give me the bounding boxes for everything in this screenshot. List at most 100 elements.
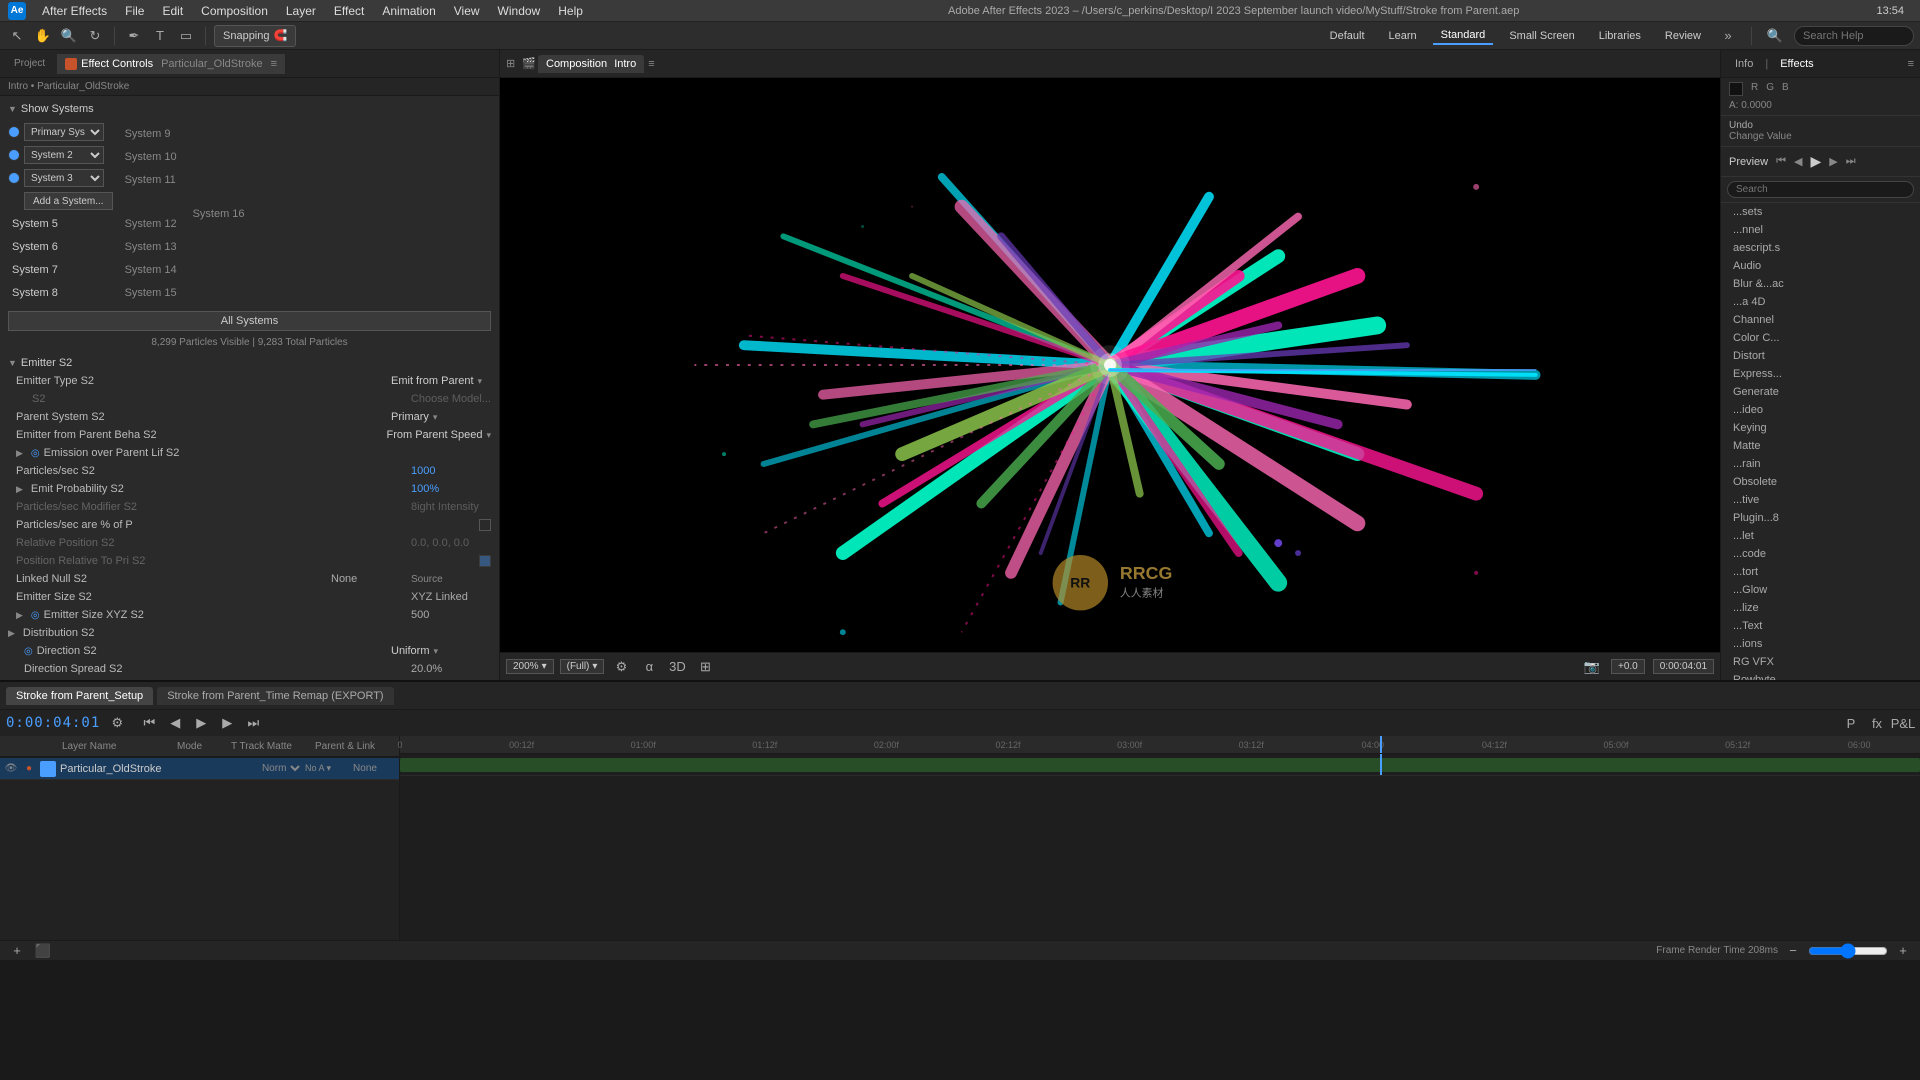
layer-props-btn[interactable]: P (1840, 712, 1862, 734)
effect-controls-tab[interactable]: Effect Controls Particular_OldStroke ≡ (57, 54, 285, 74)
pos-rel-checkbox[interactable] (479, 555, 491, 567)
emitter-size-xyz-row[interactable]: ▶ ◎ Emitter Size XYZ S2 500 (0, 606, 499, 624)
particles-pct-checkbox[interactable] (479, 519, 491, 531)
emitter-s2-header[interactable]: ▼ Emitter S2 (0, 354, 499, 372)
system-select-3[interactable]: System 3 (24, 169, 104, 187)
shape-tool[interactable]: ▭ (175, 25, 197, 47)
menu-view[interactable]: View (446, 2, 488, 20)
layer-row-1[interactable]: 👁 ● Particular_OldStroke Norm No A ▾ Non… (0, 758, 399, 780)
effect-rain[interactable]: ...rain (1721, 455, 1920, 473)
hand-tool[interactable]: ✋ (32, 25, 54, 47)
workspace-small-screen[interactable]: Small Screen (1501, 28, 1582, 44)
distribution-row[interactable]: ▶ Distribution S2 (0, 624, 499, 642)
layer-vis-1[interactable]: 👁 (4, 762, 18, 776)
timeline-settings-btn[interactable]: ⚙ (106, 712, 128, 734)
add-system-btn[interactable]: Add a System... (24, 192, 113, 210)
add-layer-btn[interactable]: + (6, 940, 28, 962)
search-help-input[interactable] (1794, 26, 1914, 46)
zoom-out-btn[interactable]: − (1782, 940, 1804, 962)
vis-dot-2[interactable] (8, 149, 20, 161)
playhead[interactable] (1380, 736, 1382, 753)
effect-keying[interactable]: Keying (1721, 419, 1920, 437)
toggle-alpha-btn[interactable]: α (638, 656, 660, 678)
rotate-tool[interactable]: ↻ (84, 25, 106, 47)
all-systems-btn[interactable]: All Systems (8, 311, 491, 331)
menu-help[interactable]: Help (550, 2, 591, 20)
emitter-type-value[interactable]: Emit from Parent ▾ (391, 375, 491, 387)
emitter-from-parent-value[interactable]: From Parent Speed ▾ (386, 429, 491, 441)
pos-rel-pri-row[interactable]: Position Relative To Pri S2 (0, 552, 499, 570)
search-btn[interactable]: 🔍 (1764, 25, 1786, 47)
emitter-from-parent-row[interactable]: Emitter from Parent Beha S2 From Parent … (0, 426, 499, 444)
effects-btn[interactable]: fx (1866, 712, 1888, 734)
effect-ideo[interactable]: ...ideo (1721, 401, 1920, 419)
vis-dot-1[interactable] (8, 126, 20, 138)
effect-lize[interactable]: ...lize (1721, 599, 1920, 617)
grid-btn[interactable]: ⊞ (694, 656, 716, 678)
show-systems-header[interactable]: ▼ Show Systems (0, 100, 499, 118)
text-tool[interactable]: T (149, 25, 171, 47)
effect-controls-menu-icon[interactable]: ≡ (271, 58, 277, 70)
more-workspaces-btn[interactable]: » (1717, 25, 1739, 47)
effect-aescript[interactable]: aescript.s (1721, 239, 1920, 257)
undo-label[interactable]: Undo (1729, 120, 1912, 131)
preview-skip-fwd[interactable]: ⏭ (1846, 155, 1856, 168)
render-queue-btn[interactable]: ⬛ (32, 940, 54, 962)
emitter-size-row[interactable]: Emitter Size S2 XYZ Linked (0, 588, 499, 606)
zoom-tool[interactable]: 🔍 (58, 25, 80, 47)
menu-after-effects[interactable]: After Effects (34, 2, 115, 20)
particles-pct-row[interactable]: Particles/sec are % of P (0, 516, 499, 534)
timeline-tab-1[interactable]: Stroke from Parent_Setup (6, 687, 153, 705)
parent-system-row[interactable]: Parent System S2 Primary ▾ (0, 408, 499, 426)
menu-effect[interactable]: Effect (326, 2, 372, 20)
effect-channel[interactable]: Channel (1721, 311, 1920, 329)
workspace-learn[interactable]: Learn (1381, 28, 1425, 44)
effect-distort[interactable]: Distort (1721, 347, 1920, 365)
right-panel-menu[interactable]: ≡ (1908, 58, 1914, 70)
parent-system-value[interactable]: Primary ▾ (391, 411, 491, 423)
effect-audio[interactable]: Audio (1721, 257, 1920, 275)
snapping-toggle[interactable]: Snapping 🧲 (214, 25, 296, 47)
effect-rowbyte[interactable]: Rowbyte (1721, 671, 1920, 680)
project-tab[interactable]: Project (6, 54, 53, 73)
x-rotation-row[interactable]: ▶ ◎ X Rotation S2 0x+0.0° (0, 678, 499, 680)
effect-generate[interactable]: Generate (1721, 383, 1920, 401)
emit-prob-row[interactable]: ▶ Emit Probability S2 100% (0, 480, 499, 498)
workspace-libraries[interactable]: Libraries (1591, 28, 1649, 44)
menu-file[interactable]: File (117, 2, 152, 20)
comp-panel-btn[interactable]: ⊞ (506, 57, 518, 70)
preview-settings-btn[interactable]: ⚙ (610, 656, 632, 678)
preview-back[interactable]: ◀ (1794, 155, 1802, 168)
effect-sets[interactable]: ...sets (1721, 203, 1920, 221)
preview-play[interactable]: ▶ (1811, 153, 1822, 170)
layer-solo-1[interactable]: ● (22, 762, 36, 776)
direction-row[interactable]: ◎ Direction S2 Uniform ▾ (0, 642, 499, 660)
menu-layer[interactable]: Layer (278, 2, 324, 20)
effect-plugin[interactable]: Plugin...8 (1721, 509, 1920, 527)
effect-rg-vfx[interactable]: RG VFX (1721, 653, 1920, 671)
effect-tort[interactable]: ...tort (1721, 563, 1920, 581)
play-btn[interactable]: ▶ (190, 712, 212, 734)
layer-mode-select-1[interactable]: Norm (258, 762, 303, 775)
pen-tool[interactable]: ✒ (123, 25, 145, 47)
comp-menu-icon[interactable]: ≡ (648, 58, 654, 70)
preview-forward[interactable]: ▶ (1829, 155, 1837, 168)
effects-tab[interactable]: Effects (1772, 55, 1821, 73)
effect-color[interactable]: Color C... (1721, 329, 1920, 347)
effect-express[interactable]: Express... (1721, 365, 1920, 383)
effect-code[interactable]: ...code (1721, 545, 1920, 563)
select-tool[interactable]: ↖ (6, 25, 28, 47)
zoom-select[interactable]: 200% ▾ (506, 659, 554, 674)
workspace-default[interactable]: Default (1322, 28, 1373, 44)
prev-frame-btn[interactable]: ◀ (164, 712, 186, 734)
workspace-review[interactable]: Review (1657, 28, 1709, 44)
emitter-type-row[interactable]: Emitter Type S2 Emit from Parent ▾ (0, 372, 499, 390)
rel-pos-row[interactable]: Relative Position S2 0.0, 0.0, 0.0 (0, 534, 499, 552)
info-tab[interactable]: Info (1727, 55, 1761, 73)
direction-value[interactable]: Uniform ▾ (391, 645, 491, 657)
menu-composition[interactable]: Composition (193, 2, 276, 20)
s2-model-row[interactable]: S2 Choose Model... (0, 390, 499, 408)
effect-glow[interactable]: ...Glow (1721, 581, 1920, 599)
effect-nnel[interactable]: ...nnel (1721, 221, 1920, 239)
3d-toggle-btn[interactable]: 3D (666, 656, 688, 678)
